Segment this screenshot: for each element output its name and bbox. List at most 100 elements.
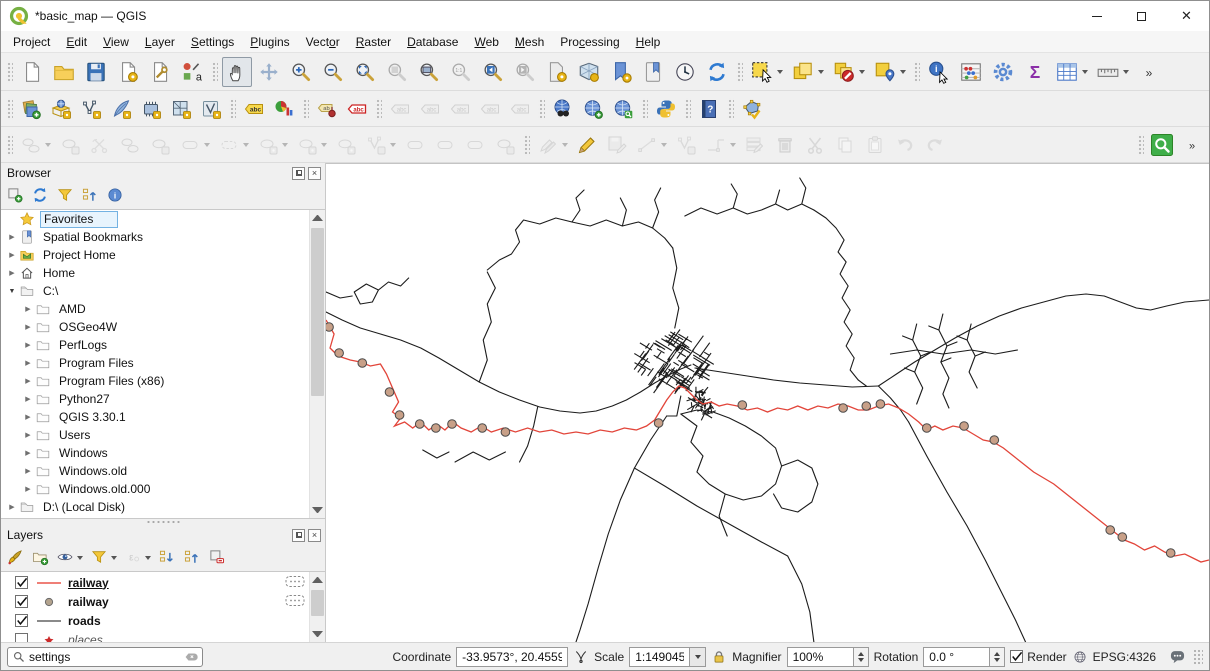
pan-map-button[interactable] <box>222 57 252 87</box>
menu-database[interactable]: Database <box>399 33 466 51</box>
dropdown-arrow-icon[interactable] <box>282 143 288 147</box>
layer-labeling-options-button[interactable]: abc <box>240 95 268 123</box>
dropdown-arrow-icon[interactable] <box>204 143 210 147</box>
open-project-button[interactable] <box>49 57 79 87</box>
statistical-summary-button[interactable] <box>956 57 986 87</box>
memory-layer-indicator-icon[interactable] <box>285 575 305 591</box>
crs-status[interactable]: EPSG:4326 <box>1093 650 1156 664</box>
zoom-last-button[interactable] <box>478 57 508 87</box>
menu-project[interactable]: Project <box>5 33 58 51</box>
new-map-view-button[interactable] <box>542 57 572 87</box>
toolbar-overflow-button[interactable]: » <box>1178 131 1206 159</box>
scroll-down-icon[interactable] <box>312 507 323 513</box>
browser-item-users[interactable]: ▶Users <box>1 426 309 444</box>
new-project-button[interactable] <box>17 57 47 87</box>
expander-collapsed-icon[interactable]: ▶ <box>5 233 19 241</box>
toolbar-grip[interactable] <box>6 61 13 83</box>
layer-visibility-checkbox[interactable] <box>15 595 28 608</box>
browser-item-python27[interactable]: ▶Python27 <box>1 390 309 408</box>
scroll-up-icon[interactable] <box>312 577 323 583</box>
browser-item-perflogs[interactable]: ▶PerfLogs <box>1 336 309 354</box>
browser-panel-header[interactable]: Browser × <box>1 163 325 183</box>
pan-to-selection-button[interactable] <box>254 57 284 87</box>
new-temporary-scratch-layer-button[interactable] <box>137 95 165 123</box>
dropdown-arrow-icon[interactable] <box>390 143 396 147</box>
new-virtual-layer-button[interactable] <box>167 95 195 123</box>
zoom-in-button[interactable] <box>286 57 316 87</box>
layer-item-railway[interactable]: railway <box>1 592 309 611</box>
expander-expanded-icon[interactable]: ▼ <box>5 288 19 295</box>
dropdown-arrow-icon[interactable] <box>321 143 327 147</box>
toolbar-grip[interactable] <box>6 134 13 156</box>
menu-settings[interactable]: Settings <box>183 33 242 51</box>
toolbar-grip[interactable] <box>523 134 530 156</box>
save-project-button[interactable] <box>81 57 111 87</box>
toolbar-grip[interactable] <box>736 61 743 83</box>
coordinate-input[interactable] <box>456 647 568 667</box>
open-attribute-table-button[interactable] <box>1052 57 1091 87</box>
toolbar-grip[interactable] <box>538 98 545 120</box>
menu-view[interactable]: View <box>95 33 137 51</box>
extents-toggle-icon[interactable] <box>573 649 589 665</box>
search-web-services-button[interactable] <box>609 95 637 123</box>
add-wms-service-button[interactable] <box>579 95 607 123</box>
expander-collapsed-icon[interactable]: ▶ <box>21 449 35 457</box>
browser-item-d-local-disk[interactable]: ▶D:\ (Local Disk) <box>1 498 309 516</box>
add-group-button[interactable] <box>28 545 52 572</box>
collapse-all-button[interactable] <box>180 545 204 572</box>
dropdown-arrow-icon[interactable] <box>77 556 83 560</box>
manage-map-themes-button[interactable] <box>53 545 86 572</box>
select-features-button[interactable] <box>747 57 786 87</box>
select-features-by-value-button[interactable] <box>788 57 827 87</box>
browser-item-windows-old[interactable]: ▶Windows.old <box>1 462 309 480</box>
layers-float-button[interactable] <box>292 529 305 542</box>
toolbar-grip[interactable] <box>302 98 309 120</box>
show-layout-manager-button[interactable] <box>145 57 175 87</box>
magnifier-input[interactable] <box>787 647 853 667</box>
toolbar-grip[interactable] <box>641 98 648 120</box>
menu-help[interactable]: Help <box>628 33 669 51</box>
title-bar[interactable]: *basic_map — QGIS ✕ <box>1 1 1209 31</box>
browser-item-osgeo4w[interactable]: ▶OSGeo4W <box>1 318 309 336</box>
identify-features-button[interactable]: i <box>924 57 954 87</box>
toolbar-grip[interactable] <box>6 98 13 120</box>
browser-close-button[interactable]: × <box>308 167 321 180</box>
open-data-source-manager-button[interactable] <box>17 95 45 123</box>
lock-scale-icon[interactable] <box>711 649 727 665</box>
menu-mesh[interactable]: Mesh <box>507 33 552 51</box>
magnifier-spinbox[interactable] <box>787 647 869 667</box>
toolbar-grip[interactable] <box>375 98 382 120</box>
toolbar-grip[interactable] <box>913 61 920 83</box>
scroll-down-icon[interactable] <box>312 631 323 637</box>
menu-processing[interactable]: Processing <box>552 33 627 51</box>
magnifier-spin-buttons[interactable] <box>853 647 869 667</box>
toolbar-grip[interactable] <box>229 98 236 120</box>
layer-item-railway[interactable]: railway <box>1 573 309 592</box>
browser-item-c[interactable]: ▼C:\ <box>1 282 309 300</box>
menu-web[interactable]: Web <box>466 33 506 51</box>
expander-collapsed-icon[interactable]: ▶ <box>21 485 35 493</box>
expander-collapsed-icon[interactable]: ▶ <box>21 341 35 349</box>
expander-collapsed-icon[interactable]: ▶ <box>5 269 19 277</box>
menu-layer[interactable]: Layer <box>137 33 183 51</box>
toggle-editing-button[interactable] <box>573 131 601 159</box>
refresh-map-button[interactable] <box>702 57 732 87</box>
dropdown-arrow-icon[interactable] <box>859 70 865 74</box>
menu-vector[interactable]: Vector <box>298 33 348 51</box>
toolbar-grip[interactable] <box>684 98 691 120</box>
expander-collapsed-icon[interactable]: ▶ <box>21 323 35 331</box>
maximize-button[interactable] <box>1119 1 1164 31</box>
expander-collapsed-icon[interactable]: ▶ <box>21 431 35 439</box>
refresh-browser-button[interactable] <box>28 183 52 210</box>
dropdown-arrow-icon[interactable] <box>111 556 117 560</box>
processing-toolbox-button[interactable] <box>988 57 1018 87</box>
scale-dropdown-icon[interactable] <box>689 647 706 667</box>
locator-search-button[interactable] <box>1148 131 1176 159</box>
pin-labels-button[interactable]: ab <box>313 95 341 123</box>
layers-close-button[interactable]: × <box>308 529 321 542</box>
open-layer-styling-button[interactable] <box>3 545 27 572</box>
browser-scroll-thumb[interactable] <box>311 228 324 396</box>
scale-input[interactable] <box>629 647 689 667</box>
layer-visibility-checkbox[interactable] <box>15 633 28 642</box>
layer-visibility-checkbox[interactable] <box>15 576 28 589</box>
